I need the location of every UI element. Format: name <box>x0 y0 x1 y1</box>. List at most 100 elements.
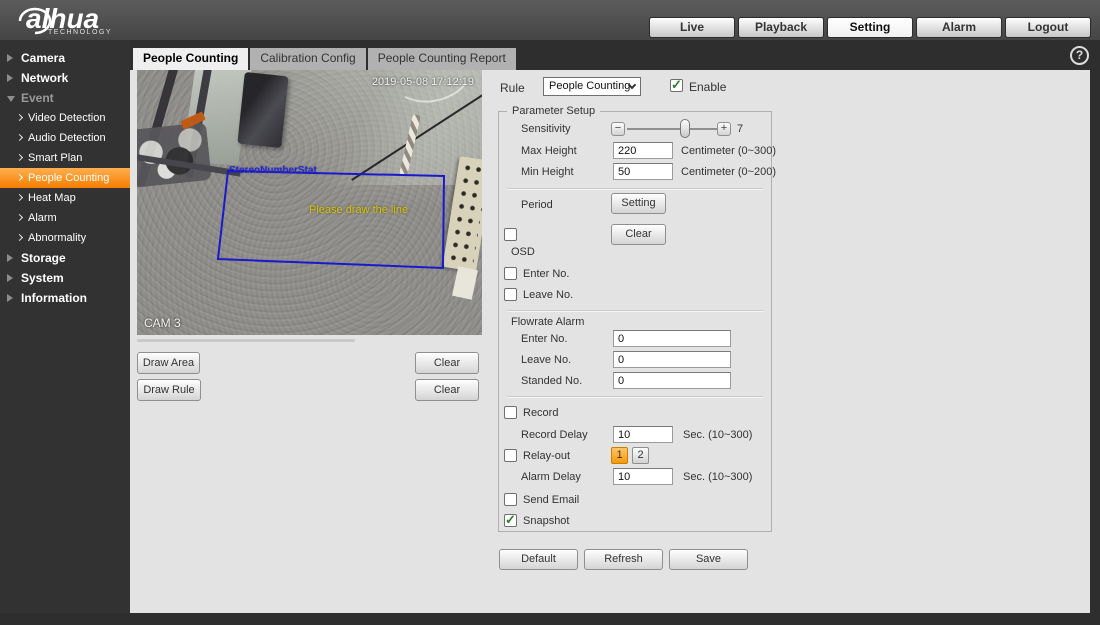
sidebar-item-abnormality[interactable]: Abnormality <box>0 228 130 248</box>
clear-area-button[interactable]: Clear <box>415 352 479 374</box>
sensitivity-plus-button[interactable]: + <box>717 122 731 136</box>
max-height-label: Max Height <box>521 145 577 157</box>
sidebar-item-heat-map[interactable]: Heat Map <box>0 188 130 208</box>
flowrate-alarm-title: Flowrate Alarm <box>511 316 585 328</box>
sensitivity-minus-button[interactable]: − <box>611 122 625 136</box>
record-checkbox[interactable] <box>504 406 517 419</box>
chevron-right-icon <box>15 233 24 242</box>
snapshot-checkbox[interactable] <box>504 512 517 528</box>
collapsed-arrow-icon <box>7 54 13 62</box>
flowrate-standed-input[interactable] <box>613 372 731 389</box>
save-button[interactable]: Save <box>669 549 748 570</box>
video-timestamp: 2019-05-08 17:12:19 <box>371 76 474 88</box>
osd-clear-button[interactable]: Clear <box>611 224 666 245</box>
tab-people-counting[interactable]: People Counting <box>133 48 249 70</box>
tab-bar: People Counting Calibration Config Peopl… <box>133 48 516 70</box>
chevron-right-icon <box>15 153 24 162</box>
relay-out-1-button[interactable]: 1 <box>611 447 628 464</box>
draw-line-hint: Please draw the line <box>309 204 409 216</box>
collapsed-arrow-icon <box>7 254 13 262</box>
relay-out-label: Relay-out <box>523 450 571 462</box>
sidebar-item-video-detection[interactable]: Video Detection <box>0 108 130 128</box>
sidebar-item-smart-plan[interactable]: Smart Plan <box>0 148 130 168</box>
nav-setting-button[interactable]: Setting <box>827 17 913 38</box>
period-label: Period <box>521 199 553 211</box>
enable-checkbox[interactable] <box>670 77 683 93</box>
nav-live-button[interactable]: Live <box>649 17 735 38</box>
sidebar-item-audio-detection[interactable]: Audio Detection <box>0 128 130 148</box>
sidebar-item-network[interactable]: Network <box>0 68 130 88</box>
draw-area-button[interactable]: Draw Area <box>137 352 200 374</box>
osd-leave-no-label: Leave No. <box>523 289 574 301</box>
sidebar-item-camera[interactable]: Camera <box>0 48 130 68</box>
record-label: Record <box>523 407 559 419</box>
divider <box>507 310 763 312</box>
sensitivity-value: 7 <box>737 123 744 135</box>
sidebar-item-alarm[interactable]: Alarm <box>0 208 130 228</box>
sensitivity-label: Sensitivity <box>521 123 571 135</box>
osd-enter-no-label: Enter No. <box>523 268 570 280</box>
draw-rule-button[interactable]: Draw Rule <box>137 379 201 401</box>
nav-playback-button[interactable]: Playback <box>738 17 824 38</box>
expanded-arrow-icon <box>7 96 15 102</box>
main-nav: Live Playback Setting Alarm Logout <box>649 17 1091 38</box>
relay-out-checkbox[interactable] <box>504 449 517 462</box>
sidebar-item-system[interactable]: System <box>0 268 130 288</box>
chevron-right-icon <box>15 173 24 182</box>
enable-label: Enable <box>689 80 727 94</box>
parameter-setup-legend: Parameter Setup <box>507 105 601 117</box>
alarm-delay-input[interactable] <box>613 468 673 485</box>
chevron-right-icon <box>15 133 24 142</box>
rule-area-label: StereoNumberStat <box>229 165 317 176</box>
flowrate-standed-label: Standed No. <box>521 375 583 387</box>
sensitivity-slider-handle[interactable] <box>680 119 690 138</box>
sidebar-item-information[interactable]: Information <box>0 288 130 308</box>
detection-region-overlay <box>216 169 446 270</box>
parameter-setup-group: Parameter Setup Sensitivity − + 7 Max He… <box>498 105 776 532</box>
help-icon[interactable]: ? <box>1070 46 1089 65</box>
min-height-unit: Centimeter (0~200) <box>681 166 777 178</box>
collapsed-arrow-icon <box>7 74 13 82</box>
camera-name-label: CAM 3 <box>144 316 181 330</box>
period-setting-button[interactable]: Setting <box>611 193 666 214</box>
rule-select[interactable]: People Counting <box>543 77 641 96</box>
osd-checkbox[interactable] <box>504 228 517 241</box>
video-preview-canvas[interactable]: StereoNumberStat Please draw the line 20… <box>137 70 482 335</box>
sidebar-menu: Camera Network Event Video Detection Aud… <box>0 40 130 613</box>
flowrate-enter-input[interactable] <box>613 330 731 347</box>
send-email-checkbox[interactable] <box>504 493 517 506</box>
sidebar-item-event[interactable]: Event <box>0 88 130 108</box>
chevron-right-icon <box>15 193 24 202</box>
sidebar-item-storage[interactable]: Storage <box>0 248 130 268</box>
header-bar: alhua TECHNOLOGY Live Playback Setting A… <box>0 0 1100 40</box>
record-delay-unit: Sec. (10~300) <box>683 429 753 441</box>
default-button[interactable]: Default <box>499 549 578 570</box>
max-height-input[interactable] <box>613 142 673 159</box>
collapsed-arrow-icon <box>7 274 13 282</box>
min-height-input[interactable] <box>613 163 673 180</box>
divider <box>507 396 763 398</box>
clear-rule-button[interactable]: Clear <box>415 379 479 401</box>
alarm-delay-unit: Sec. (10~300) <box>683 471 753 483</box>
sensitivity-slider-track[interactable] <box>627 128 717 130</box>
flowrate-leave-input[interactable] <box>613 351 731 368</box>
osd-leave-no-checkbox[interactable] <box>504 288 517 301</box>
relay-out-2-button[interactable]: 2 <box>632 447 649 464</box>
send-email-label: Send Email <box>523 494 580 506</box>
alarm-delay-label: Alarm Delay <box>521 471 581 483</box>
nav-alarm-button[interactable]: Alarm <box>916 17 1002 38</box>
chevron-right-icon <box>15 113 24 122</box>
sidebar-item-people-counting[interactable]: People Counting <box>0 168 130 188</box>
video-horizontal-scrollbar[interactable] <box>137 339 355 342</box>
dahua-logo: alhua TECHNOLOGY <box>12 1 142 39</box>
chevron-right-icon <box>15 213 24 222</box>
tab-calibration-config[interactable]: Calibration Config <box>250 48 366 70</box>
rule-label: Rule <box>500 81 525 95</box>
tab-people-counting-report[interactable]: People Counting Report <box>367 48 516 70</box>
osd-enter-no-checkbox[interactable] <box>504 267 517 280</box>
nav-logout-button[interactable]: Logout <box>1005 17 1091 38</box>
record-delay-input[interactable] <box>613 426 673 443</box>
snapshot-label: Snapshot <box>523 515 570 527</box>
refresh-button[interactable]: Refresh <box>584 549 663 570</box>
rule-select-value: People Counting <box>549 80 631 92</box>
